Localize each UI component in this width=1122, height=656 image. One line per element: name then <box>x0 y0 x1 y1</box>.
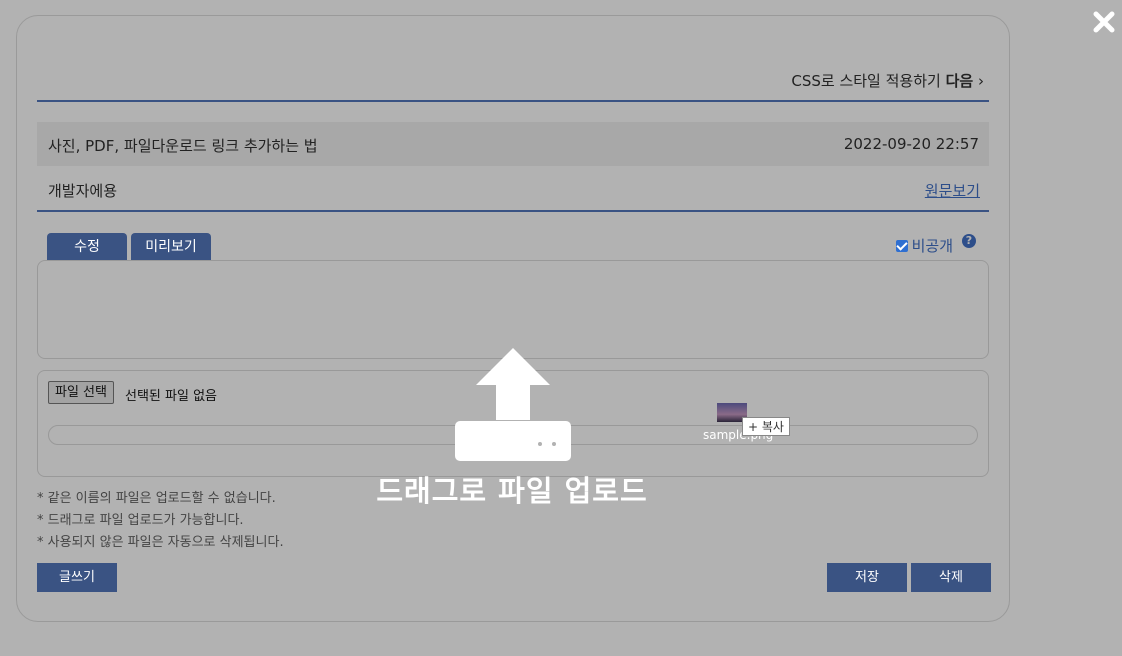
tab-preview[interactable]: 미리보기 <box>131 233 211 260</box>
note-item: * 같은 이름의 파일은 업로드할 수 없습니다. <box>37 491 276 506</box>
write-button[interactable]: 글쓰기 <box>37 563 117 592</box>
file-upload-box[interactable]: 파일 선택 선택된 파일 없음 <box>37 370 989 477</box>
close-x-icon[interactable] <box>1092 10 1116 34</box>
note-item: * 드래그로 파일 업로드가 가능합니다. <box>37 513 244 528</box>
post-title: 사진, PDF, 파일다운로드 링크 추가하는 법 <box>48 137 318 155</box>
post-info-row: 사진, PDF, 파일다운로드 링크 추가하는 법 2022-09-20 22:… <box>37 122 989 166</box>
upload-notes: * 같은 이름의 파일은 업로드할 수 없습니다. * 드래그로 파일 업로드가… <box>37 488 284 554</box>
post-category: 개발자에용 <box>48 182 118 200</box>
file-status-text: 선택된 파일 없음 <box>125 389 217 404</box>
header-divider <box>37 100 989 102</box>
upload-progress-bar <box>48 425 978 445</box>
tab-edit[interactable]: 수정 <box>47 233 127 260</box>
note-item: * 사용되지 않은 파일은 자동으로 삭제됩니다. <box>37 535 284 550</box>
next-post-title: CSS로 스타일 적용하기 <box>791 72 941 90</box>
delete-button[interactable]: 삭제 <box>911 563 991 592</box>
post-date: 2022-09-20 22:57 <box>843 135 979 153</box>
chevron-right-icon: › <box>978 72 984 90</box>
next-label: 다음 <box>945 72 974 90</box>
editor-modal: CSS로 스타일 적용하기 다음 › 사진, PDF, 파일다운로드 링크 추가… <box>16 15 1010 622</box>
view-original-link[interactable]: 원문보기 <box>925 180 980 201</box>
private-toggle[interactable]: 비공개 <box>895 235 953 256</box>
private-checkbox[interactable] <box>895 239 908 252</box>
choose-file-button[interactable]: 파일 선택 <box>48 381 114 404</box>
post-divider <box>37 210 989 212</box>
next-post-link[interactable]: CSS로 스타일 적용하기 다음 › <box>791 70 984 91</box>
question-circle-icon[interactable]: ? <box>962 234 976 248</box>
editor-textarea[interactable] <box>37 260 989 359</box>
private-label: 비공개 <box>911 237 953 255</box>
save-button[interactable]: 저장 <box>827 563 907 592</box>
